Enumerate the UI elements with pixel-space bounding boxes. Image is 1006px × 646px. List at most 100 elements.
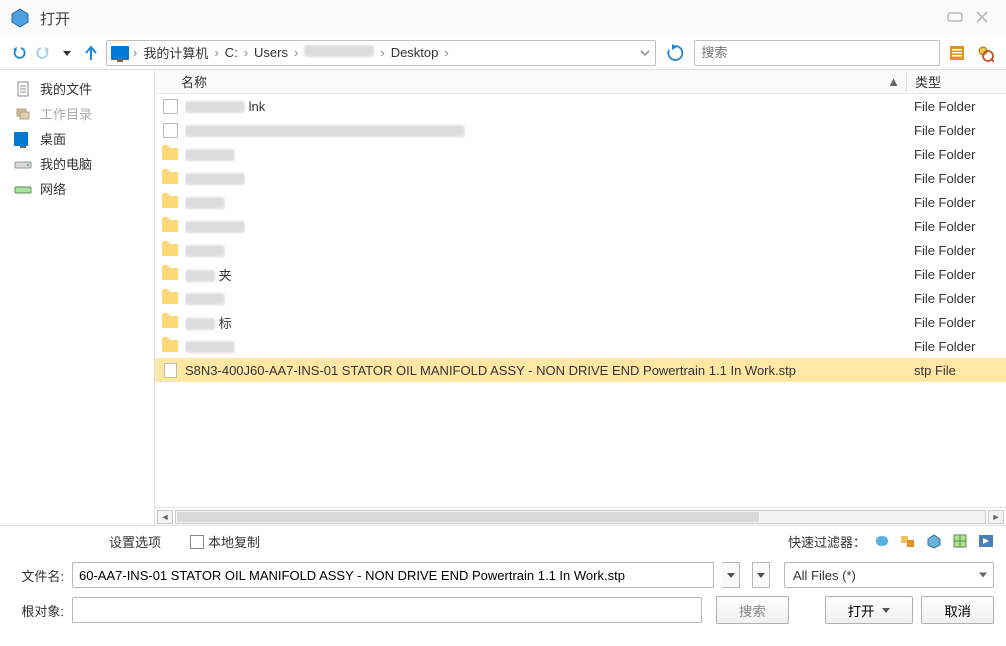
search-assembly-icon[interactable]	[974, 42, 996, 64]
close-icon[interactable]	[974, 10, 996, 26]
sidebar-item-my-computer[interactable]: 我的电脑	[0, 151, 154, 176]
column-name[interactable]: 名称▲	[155, 72, 906, 91]
folder-icon	[161, 314, 179, 330]
column-headers[interactable]: 名称▲ 类型	[155, 70, 1006, 94]
folder-icon	[161, 194, 179, 210]
monitor-icon	[111, 46, 129, 60]
filename-input[interactable]	[72, 562, 714, 588]
file-row[interactable]: File Folder	[155, 334, 1006, 358]
refresh-icon[interactable]	[662, 40, 688, 66]
minimize-icon[interactable]	[946, 10, 968, 26]
search-field[interactable]	[701, 45, 933, 60]
filename-browse-dropdown[interactable]	[752, 562, 770, 588]
shortcut-icon	[161, 98, 179, 114]
local-copy-checkbox[interactable]: 本地复制	[190, 532, 260, 551]
undo-icon[interactable]	[10, 44, 28, 62]
horizontal-scrollbar[interactable]: ◄ ►	[155, 507, 1006, 525]
breadcrumb-segment[interactable]: 我的计算机	[137, 43, 214, 62]
sidebar-item-desktop[interactable]: 桌面	[0, 126, 154, 151]
breadcrumb[interactable]: › 我的计算机 › C: › Users › › Desktop ›	[106, 40, 656, 66]
file-name	[185, 219, 245, 234]
file-name	[185, 123, 465, 138]
filename-label: 文件名:	[12, 566, 64, 585]
breadcrumb-segment[interactable]: Users	[248, 45, 294, 60]
file-type: File Folder	[906, 267, 1006, 282]
file-type: File Folder	[906, 339, 1006, 354]
up-folder-icon[interactable]	[82, 44, 100, 62]
filter-part-icon[interactable]	[872, 532, 892, 550]
file-type: File Folder	[906, 147, 1006, 162]
folder-icon	[161, 146, 179, 162]
file-name	[185, 147, 235, 162]
drive-icon	[14, 156, 32, 172]
chevron-down-icon[interactable]	[639, 47, 651, 59]
filter-model-icon[interactable]	[924, 532, 944, 550]
file-type: File Folder	[906, 219, 1006, 234]
file-type: stp File	[906, 363, 1006, 378]
sidebar-item-network[interactable]: 网络	[0, 176, 154, 201]
file-icon	[161, 362, 179, 378]
folder-icon	[161, 338, 179, 354]
file-type: File Folder	[906, 123, 1006, 138]
sidebar-item-my-documents[interactable]: 我的文件	[0, 76, 154, 101]
folder-icon	[161, 218, 179, 234]
sidebar-item-label: 工作目录	[40, 104, 92, 123]
view-list-icon[interactable]	[946, 42, 968, 64]
dropdown-icon[interactable]	[58, 44, 76, 62]
open-button[interactable]: 打开	[825, 596, 914, 624]
breadcrumb-segment[interactable]: Desktop	[385, 45, 445, 60]
breadcrumb-segment[interactable]	[298, 45, 380, 60]
scroll-right-button[interactable]: ►	[988, 510, 1004, 524]
sort-arrow-icon: ▲	[887, 74, 900, 89]
scroll-thumb[interactable]	[177, 512, 759, 522]
cancel-button[interactable]: 取消	[921, 596, 994, 624]
file-type-filter[interactable]: All Files (*)	[784, 562, 994, 588]
file-type: File Folder	[906, 315, 1006, 330]
file-name: lnk	[185, 99, 265, 114]
file-type: File Folder	[906, 171, 1006, 186]
root-object-input[interactable]	[72, 597, 702, 623]
search-input[interactable]	[694, 40, 940, 66]
file-list[interactable]: lnk File Folder File Folder File Folder File…	[155, 94, 1006, 507]
sidebar-item-label: 我的电脑	[40, 154, 92, 173]
sidebar: 我的文件 工作目录 桌面 我的电脑 网络	[0, 70, 155, 525]
network-icon	[14, 181, 32, 197]
column-type[interactable]: 类型	[906, 72, 1006, 91]
file-row[interactable]: lnk File Folder	[155, 94, 1006, 118]
file-row[interactable]: 标 File Folder	[155, 310, 1006, 334]
file-row[interactable]: File Folder	[155, 142, 1006, 166]
settings-button[interactable]: 设置选项	[94, 529, 176, 554]
file-name	[185, 195, 225, 210]
file-row[interactable]: File Folder	[155, 214, 1006, 238]
breadcrumb-segment[interactable]: C:	[219, 45, 244, 60]
file-row[interactable]: 夹 File Folder	[155, 262, 1006, 286]
file-name: 标	[185, 313, 232, 332]
filename-history-dropdown[interactable]	[722, 562, 740, 588]
scroll-track[interactable]	[175, 510, 986, 524]
file-type: File Folder	[906, 99, 1006, 114]
filter-all-icon[interactable]	[976, 532, 996, 550]
file-row[interactable]: S8N3-400J60-AA7-INS-01 STATOR OIL MANIFO…	[155, 358, 1006, 382]
folder-icon	[161, 170, 179, 186]
file-row[interactable]: File Folder	[155, 286, 1006, 310]
scroll-left-button[interactable]: ◄	[157, 510, 173, 524]
file-row[interactable]: File Folder	[155, 238, 1006, 262]
file-type: File Folder	[906, 243, 1006, 258]
folder-icon	[161, 242, 179, 258]
filter-draft-icon[interactable]	[950, 532, 970, 550]
file-name	[185, 243, 225, 258]
file-name: 夹	[185, 265, 232, 284]
file-row[interactable]: File Folder	[155, 190, 1006, 214]
document-icon	[14, 81, 32, 97]
sidebar-item-working-dir[interactable]: 工作目录	[0, 101, 154, 126]
file-row[interactable]: File Folder	[155, 166, 1006, 190]
filter-assembly-icon[interactable]	[898, 532, 918, 550]
sidebar-item-label: 网络	[40, 179, 66, 198]
search-button[interactable]: 搜索	[716, 596, 789, 624]
sidebar-item-label: 我的文件	[40, 79, 92, 98]
redo-icon[interactable]	[34, 44, 52, 62]
window-title: 打开	[40, 8, 940, 29]
file-type: File Folder	[906, 195, 1006, 210]
file-type: File Folder	[906, 291, 1006, 306]
file-row[interactable]: File Folder	[155, 118, 1006, 142]
